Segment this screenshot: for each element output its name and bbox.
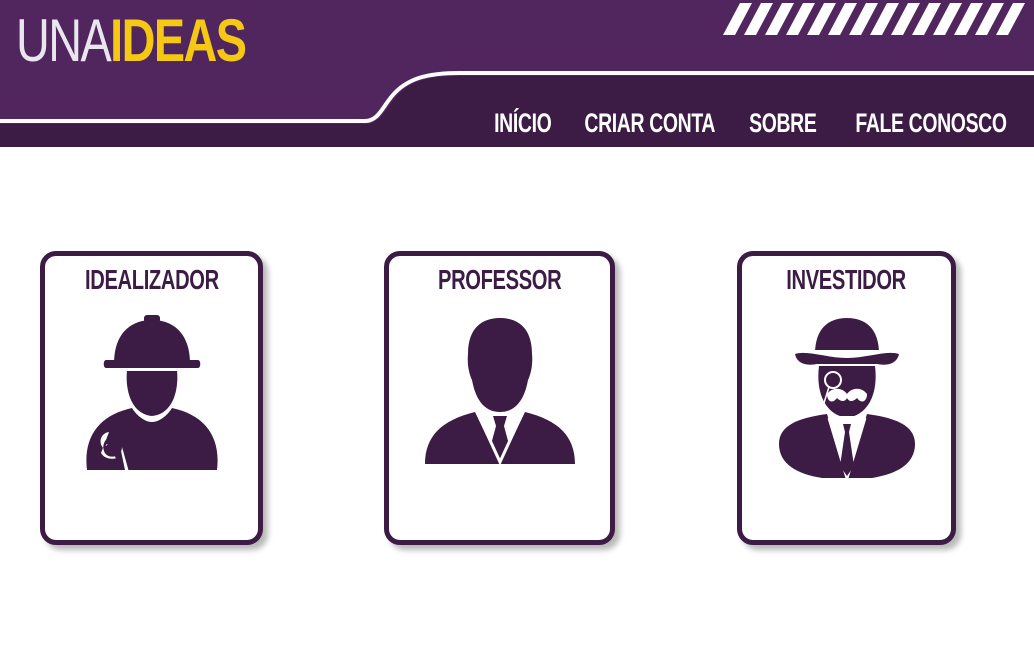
nav-inicio[interactable]: INÍCIO (495, 108, 553, 139)
nav-sobre[interactable]: SOBRE (750, 108, 818, 139)
card-title: IDEALIZADOR (45, 262, 258, 298)
card-idealizador[interactable]: IDEALIZADOR (40, 251, 263, 545)
card-investidor[interactable]: INVESTIDOR (737, 251, 956, 545)
card-title: INVESTIDOR (742, 262, 951, 298)
logo-una: UNA (16, 7, 112, 74)
gentleman-icon (778, 318, 915, 484)
businessman-icon (424, 318, 575, 466)
nav-fale-conosco[interactable]: FALE CONOSCO (855, 108, 1007, 139)
card-title: PROFESSOR (389, 262, 610, 298)
logo[interactable]: UNA IDEAS (16, 7, 247, 74)
site-header: UNA IDEAS INÍCIO CRIAR CONTA SOBRE FALE C… (0, 0, 1034, 147)
card-title-text: IDEALIZADOR (84, 264, 219, 295)
nav-criar-conta[interactable]: CRIAR CONTA (584, 108, 715, 139)
main-nav: INÍCIO CRIAR CONTA SOBRE FALE CONOSCO (495, 104, 1018, 142)
card-professor[interactable]: PROFESSOR (384, 251, 615, 545)
card-title-text: INVESTIDOR (786, 264, 907, 295)
worker-icon (85, 315, 218, 472)
card-title-text: PROFESSOR (437, 264, 562, 295)
logo-ideas: IDEAS (110, 7, 247, 74)
